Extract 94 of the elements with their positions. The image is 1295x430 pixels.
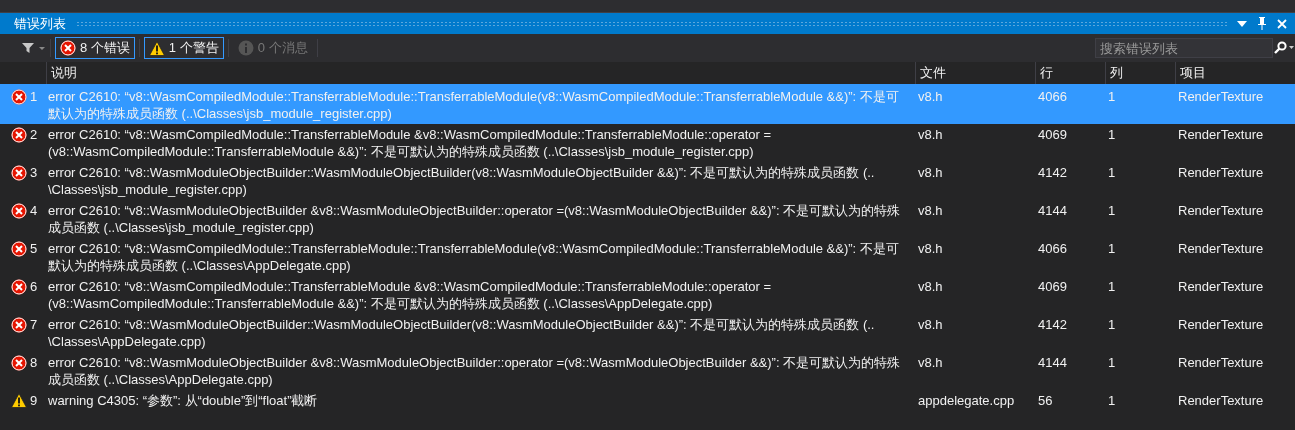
file-cell: v8.h: [918, 317, 943, 332]
project-cell: RenderTexture: [1178, 279, 1264, 294]
project-cell: RenderTexture: [1178, 393, 1264, 408]
project-cell: RenderTexture: [1178, 165, 1264, 180]
column-header[interactable]: 项目: [1180, 64, 1206, 82]
window-title: 错误列表: [14, 14, 66, 33]
description-text: error C2610: “v8::WasmCompiledModule::TransferrableModule::TransferrableModule(v8::WasmCompiledModule::TransferrableModule &&)”: 不是可: [48, 241, 899, 256]
description-text: 成员函数 (..\Classes\jsb_module_register.cpp): [48, 220, 314, 235]
description-text: (v8::WasmCompiledModule::TransferrableModule &&)”: 不是可默认为的特殊成员函数 (..\Classes\AppDelegate.cpp): [48, 296, 713, 311]
column-header[interactable]: 文件: [920, 64, 946, 82]
description-text: error C2610: “v8::WasmModuleObjectBuilder &v8::WasmModuleObjectBuilder::operator =(v8::WasmModuleObjectBuilder &&)”: 不是可默认为的特殊: [48, 355, 901, 370]
description-text: error C2610: “v8::WasmCompiledModule::TransferrableModule &v8::WasmCompiledModule::TransferrableModule::operator =: [48, 127, 772, 142]
column-cell: 1: [1108, 355, 1116, 370]
project-cell: RenderTexture: [1178, 355, 1264, 370]
error-row[interactable]: 4 error C2610: “v8::WasmModuleObjectBuilder &v8::WasmModuleObjectBuilder::operator =(v8::WasmModuleObjectBuilder &&)”: 不是可默认为的特殊 成员函数 (..\Classes\jsb_module_register.cpp) v8.h 4144 1 RenderTexture: [0, 200, 1295, 238]
file-cell: v8.h: [918, 127, 943, 142]
row-number: 5: [30, 240, 38, 257]
row-number: 7: [30, 316, 38, 333]
line-cell: 4144: [1038, 355, 1067, 370]
description-text: error C2610: “v8::WasmCompiledModule::TransferrableModule &v8::WasmCompiledModule::TransferrableModule::operator =: [48, 279, 772, 294]
row-number: 4: [30, 202, 38, 219]
row-number: 8: [30, 354, 38, 371]
project-cell: RenderTexture: [1178, 241, 1264, 256]
file-cell: appdelegate.cpp: [918, 393, 1015, 408]
column-cell: 1: [1108, 203, 1116, 218]
column-cell: 1: [1108, 165, 1116, 180]
row-number: 3: [30, 164, 38, 181]
file-cell: v8.h: [918, 355, 943, 370]
warning-icon: [11, 393, 27, 408]
project-cell: RenderTexture: [1178, 317, 1264, 332]
column-header[interactable]: 列: [1110, 64, 1123, 82]
row-number: 6: [30, 278, 38, 295]
search-icon[interactable]: [1273, 41, 1295, 55]
file-cell: v8.h: [918, 165, 943, 180]
line-cell: 4066: [1038, 241, 1067, 256]
description-text: \Classes\AppDelegate.cpp): [48, 334, 206, 349]
description-text: 默认为的特殊成员函数 (..\Classes\AppDelegate.cpp): [48, 258, 351, 273]
search-field[interactable]: 搜索错误列表: [1095, 38, 1273, 58]
file-cell: v8.h: [918, 241, 943, 256]
line-cell: 56: [1038, 393, 1053, 408]
project-cell: RenderTexture: [1178, 127, 1264, 142]
column-cell: 1: [1108, 279, 1116, 294]
filter-toggle[interactable]: 1 个警告: [143, 37, 224, 59]
column-header[interactable]: 行: [1040, 64, 1053, 82]
project-cell: RenderTexture: [1178, 89, 1264, 104]
filter-toggle[interactable]: 8 个错误: [55, 37, 135, 59]
description-text: error C2610: “v8::WasmCompiledModule::TransferrableModule::TransferrableModule(v8::WasmCompiledModule::TransferrableModule &&)”: 不是可: [48, 89, 899, 104]
column-cell: 1: [1108, 393, 1116, 408]
error-icon: [11, 202, 27, 219]
line-cell: 4069: [1038, 279, 1067, 294]
line-cell: 4142: [1038, 317, 1067, 332]
description-text: error C2610: “v8::WasmModuleObjectBuilder::WasmModuleObjectBuilder(v8::WasmModuleObjectBuilder &&)”: 不是可默认为的特殊成员函数 (..: [48, 317, 875, 332]
description-text: error C2610: “v8::WasmModuleObjectBuilder::WasmModuleObjectBuilder(v8::WasmModuleObjectBuilder &&)”: 不是可默认为的特殊成员函数 (..: [48, 165, 875, 180]
file-cell: v8.h: [918, 203, 943, 218]
description-text: \Classes\jsb_module_register.cpp): [48, 182, 247, 197]
filter-icon[interactable]: [22, 42, 46, 54]
close-icon[interactable]: [1277, 18, 1287, 29]
project-cell: RenderTexture: [1178, 203, 1264, 218]
row-number: 9: [30, 392, 38, 409]
description-text: 默认为的特殊成员函数 (..\Classes\jsb_module_register.cpp): [48, 106, 392, 121]
line-cell: 4069: [1038, 127, 1067, 142]
error-icon: [60, 40, 76, 56]
file-cell: v8.h: [918, 279, 943, 294]
column-cell: 1: [1108, 241, 1116, 256]
warning-icon: [148, 40, 165, 56]
info-icon: [237, 40, 254, 56]
error-row[interactable]: 5 error C2610: “v8::WasmCompiledModule::TransferrableModule::TransferrableModule(v8::WasmCompiledModule::TransferrableModule &&)”: 不是可 默认为的特殊成员函数 (..\Classes\AppDelegate.cpp) v8.h 4066 1 RenderTexture: [0, 238, 1295, 276]
error-row[interactable]: 9 warning C4305: “参数”: 从“double”到“float”截断 appdelegate.cpp 56 1 RenderTexture: [0, 390, 1295, 414]
description-text: warning C4305: “参数”: 从“double”到“float”截断: [48, 393, 318, 408]
error-icon: [11, 240, 27, 257]
error-icon: [11, 316, 27, 333]
row-number: 1: [30, 88, 38, 105]
line-cell: 4142: [1038, 165, 1067, 180]
error-icon: [11, 164, 27, 181]
column-cell: 1: [1108, 127, 1116, 142]
row-number: 2: [30, 126, 38, 143]
column-cell: 1: [1108, 317, 1116, 332]
file-cell: v8.h: [918, 89, 943, 104]
error-icon: [11, 354, 27, 371]
column-header[interactable]: 说明: [51, 64, 77, 82]
error-row[interactable]: 8 error C2610: “v8::WasmModuleObjectBuilder &v8::WasmModuleObjectBuilder::operator =(v8::WasmModuleObjectBuilder &&)”: 不是可默认为的特殊 成员函数 (..\Classes\AppDelegate.cpp) v8.h 4144 1 RenderTexture: [0, 352, 1295, 390]
line-cell: 4066: [1038, 89, 1067, 104]
error-row[interactable]: 3 error C2610: “v8::WasmModuleObjectBuilder::WasmModuleObjectBuilder(v8::WasmModuleObjectBuilder &&)”: 不是可默认为的特殊成员函数 (.. \Classes\jsb_module_register.cpp) v8.h 4142 1 RenderTexture: [0, 162, 1295, 200]
error-icon: [11, 126, 27, 143]
dropdown-icon[interactable]: [1237, 20, 1247, 27]
pin-icon[interactable]: [1257, 17, 1267, 30]
line-cell: 4144: [1038, 203, 1067, 218]
description-text: (v8::WasmCompiledModule::TransferrableModule &&)”: 不是可默认为的特殊成员函数 (..\Classes\jsb_module_register.cpp): [48, 144, 754, 159]
column-cell: 1: [1108, 89, 1116, 104]
description-text: error C2610: “v8::WasmModuleObjectBuilder &v8::WasmModuleObjectBuilder::operator =(v8::WasmModuleObjectBuilder &&)”: 不是可默认为的特殊: [48, 203, 901, 218]
error-icon: [11, 88, 27, 105]
error-icon: [11, 278, 27, 295]
error-row[interactable]: 7 error C2610: “v8::WasmModuleObjectBuilder::WasmModuleObjectBuilder(v8::WasmModuleObjectBuilder &&)”: 不是可默认为的特殊成员函数 (.. \Classes\AppDelegate.cpp) v8.h 4142 1 RenderTexture: [0, 314, 1295, 352]
description-text: 成员函数 (..\Classes\AppDelegate.cpp): [48, 372, 273, 387]
